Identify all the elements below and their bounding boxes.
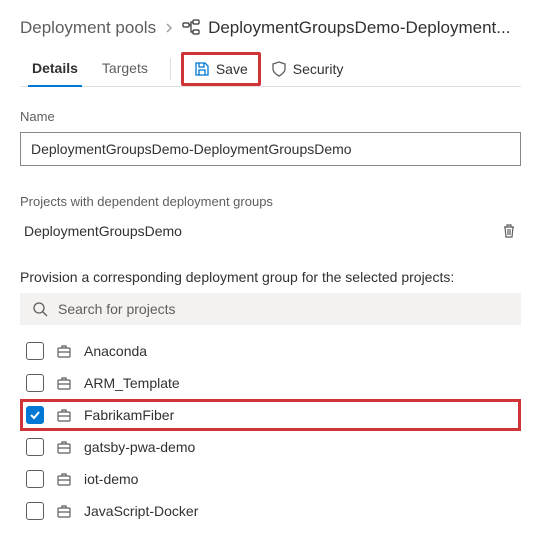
- breadcrumb-current: DeploymentGroupsDemo-Deployment...: [208, 18, 510, 38]
- save-icon: [194, 61, 210, 77]
- project-item[interactable]: iot-demo: [20, 463, 521, 495]
- breadcrumb-parent[interactable]: Deployment pools: [20, 18, 156, 38]
- project-name: FabrikamFiber: [84, 407, 174, 423]
- project-item[interactable]: ARM_Template: [20, 367, 521, 399]
- search-icon: [32, 301, 48, 317]
- project-item[interactable]: JavaScript-Docker: [20, 495, 521, 527]
- trash-icon: [501, 223, 517, 239]
- name-field-group: Name: [20, 109, 521, 166]
- dependent-heading: Projects with dependent deployment group…: [20, 194, 521, 209]
- project-checkbox[interactable]: [26, 406, 44, 424]
- security-button[interactable]: Security: [261, 55, 354, 83]
- project-name: ARM_Template: [84, 375, 180, 391]
- name-input[interactable]: [20, 132, 521, 166]
- briefcase-icon: [56, 439, 72, 455]
- project-item[interactable]: FabrikamFiber: [20, 399, 521, 431]
- search-input[interactable]: [58, 301, 509, 317]
- project-checkbox[interactable]: [26, 342, 44, 360]
- project-list: Anaconda ARM_Template FabrikamFiber gatsby-…: [20, 335, 521, 527]
- briefcase-icon: [56, 343, 72, 359]
- save-button[interactable]: Save: [181, 52, 261, 86]
- provision-heading: Provision a corresponding deployment gro…: [20, 269, 521, 285]
- project-checkbox[interactable]: [26, 470, 44, 488]
- dependent-project-name: DeploymentGroupsDemo: [24, 223, 182, 239]
- toolbar: Details Targets Save Security: [20, 52, 521, 87]
- chevron-right-icon: [164, 23, 174, 33]
- dependent-project-row: DeploymentGroupsDemo: [20, 217, 521, 245]
- briefcase-icon: [56, 407, 72, 423]
- project-checkbox[interactable]: [26, 374, 44, 392]
- briefcase-icon: [56, 375, 72, 391]
- deployment-group-icon: [182, 19, 200, 37]
- save-button-label: Save: [216, 61, 248, 77]
- toolbar-divider: [170, 58, 171, 80]
- project-name: iot-demo: [84, 471, 138, 487]
- briefcase-icon: [56, 471, 72, 487]
- project-name: Anaconda: [84, 343, 147, 359]
- shield-icon: [271, 61, 287, 77]
- tab-targets[interactable]: Targets: [90, 52, 160, 86]
- provision-section: Provision a corresponding deployment gro…: [20, 269, 521, 527]
- project-name: JavaScript-Docker: [84, 503, 198, 519]
- project-checkbox[interactable]: [26, 438, 44, 456]
- project-checkbox[interactable]: [26, 502, 44, 520]
- name-label: Name: [20, 109, 521, 124]
- briefcase-icon: [56, 503, 72, 519]
- project-item[interactable]: gatsby-pwa-demo: [20, 431, 521, 463]
- project-name: gatsby-pwa-demo: [84, 439, 195, 455]
- tab-details[interactable]: Details: [20, 52, 90, 86]
- delete-button[interactable]: [501, 223, 517, 239]
- dependent-groups-section: Projects with dependent deployment group…: [20, 194, 521, 245]
- breadcrumb: Deployment pools DeploymentGroupsDemo-De…: [20, 18, 521, 38]
- security-button-label: Security: [293, 61, 344, 77]
- search-box[interactable]: [20, 293, 521, 325]
- project-item[interactable]: Anaconda: [20, 335, 521, 367]
